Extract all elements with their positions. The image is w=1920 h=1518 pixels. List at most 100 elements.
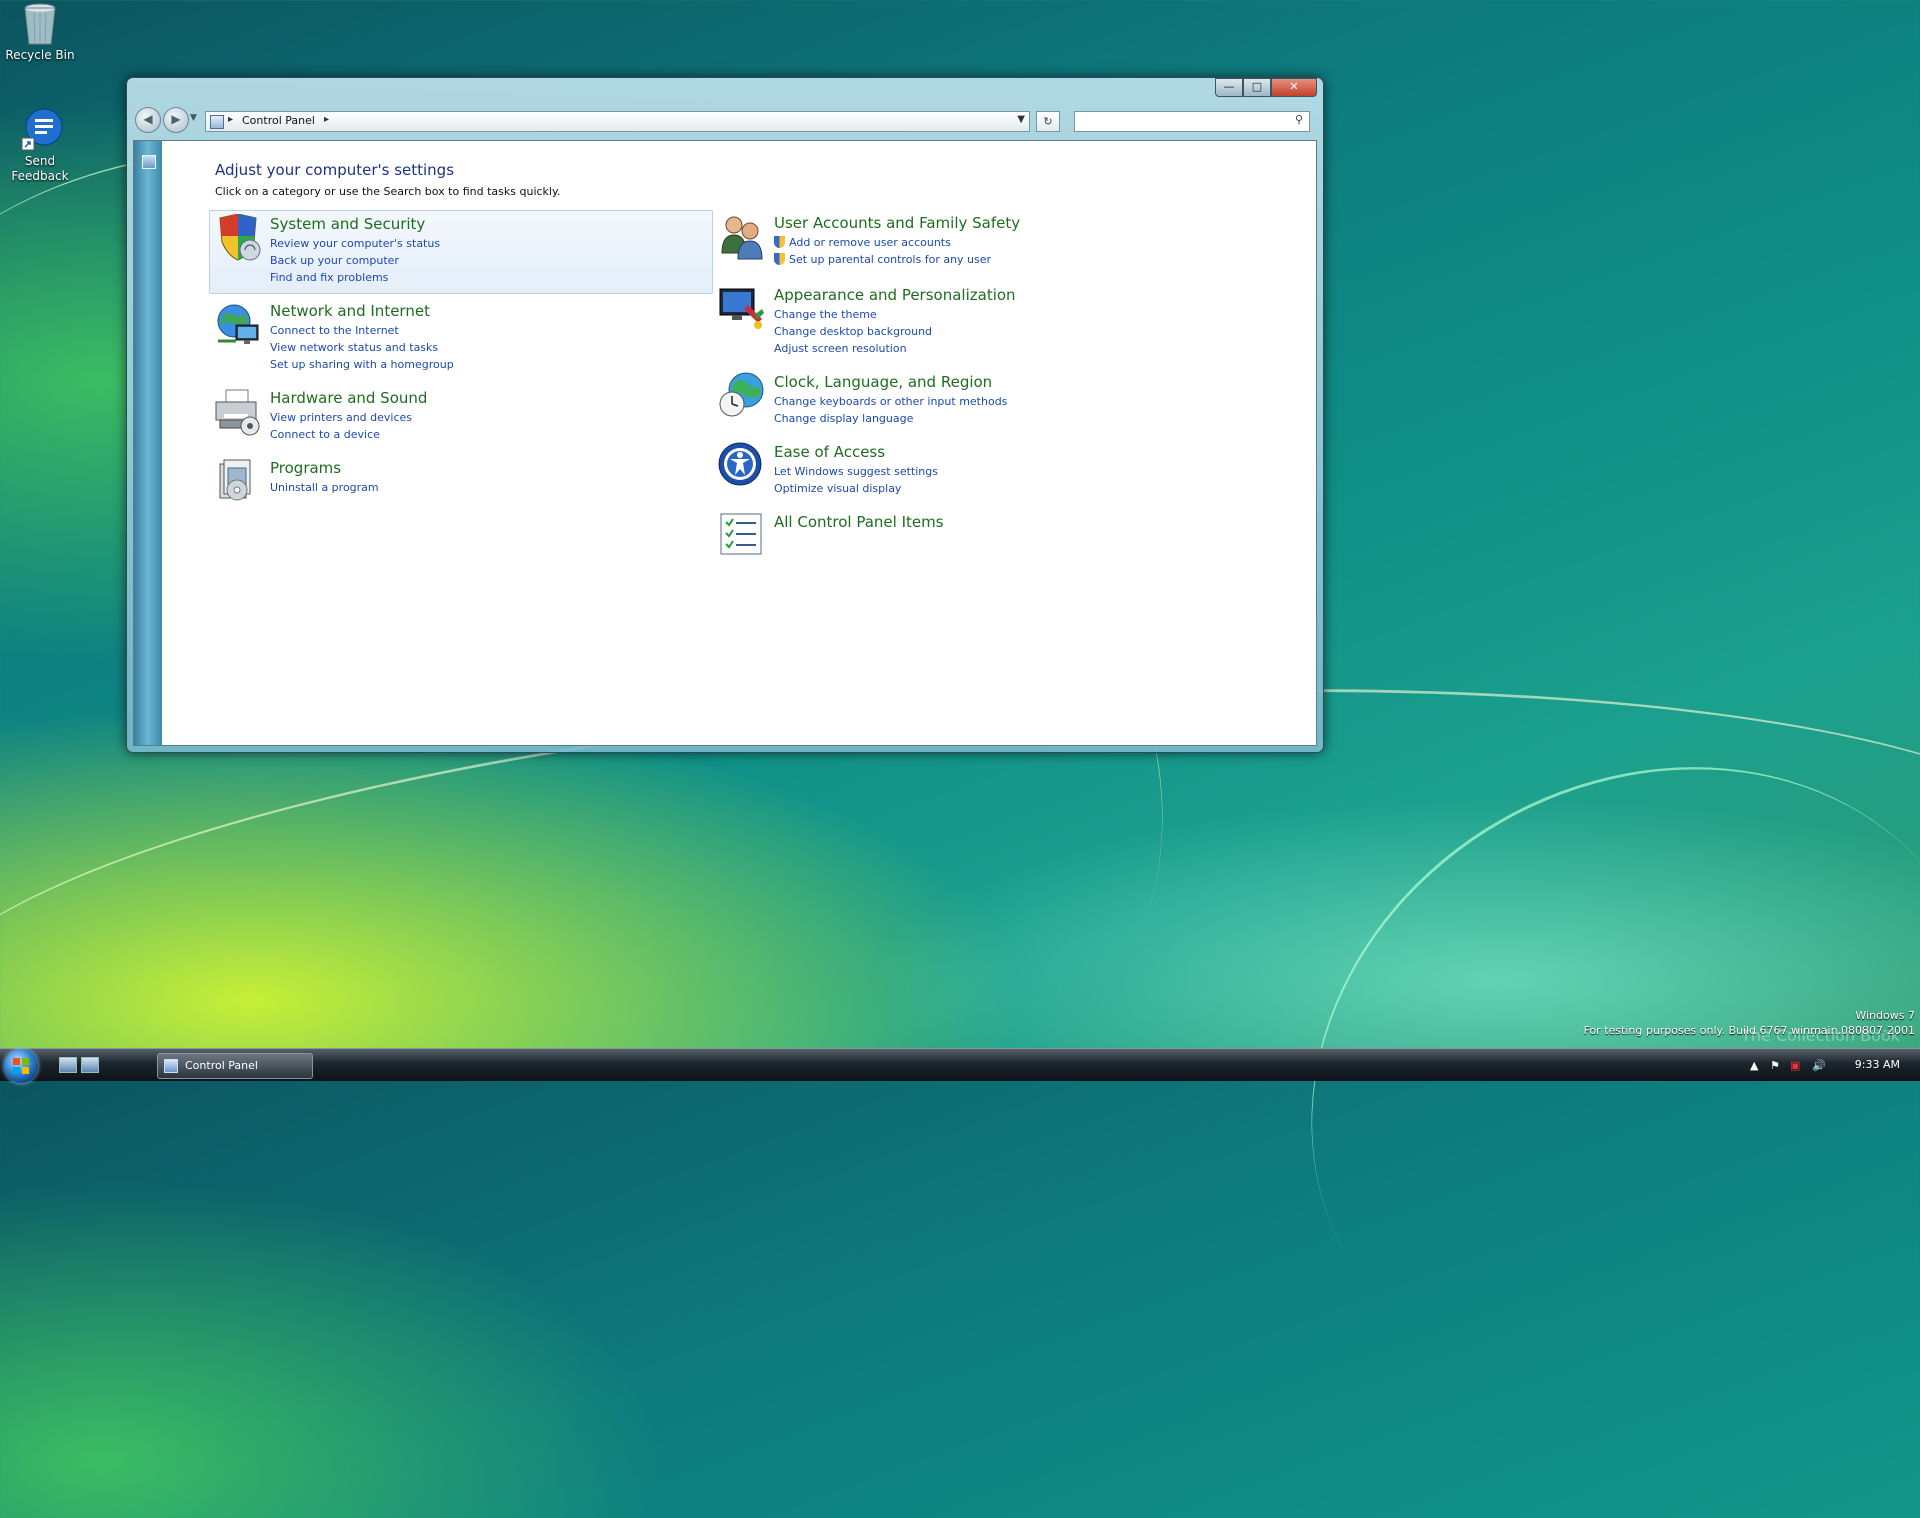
desktop-icon-label: Recycle Bin [5,48,75,62]
category-title[interactable]: Appearance and Personalization [774,286,1016,304]
link-add-remove-accounts[interactable]: Add or remove user accounts [774,234,991,251]
link-label: Add or remove user accounts [789,236,951,249]
clock[interactable]: 9:33 AM [1855,1058,1900,1071]
programs-icon [214,458,262,506]
link-screen-resolution[interactable]: Adjust screen resolution [774,340,932,357]
category-title[interactable]: User Accounts and Family Safety [774,214,1020,232]
users-icon [718,213,766,261]
link-suggest-settings[interactable]: Let Windows suggest settings [774,463,938,480]
category-programs[interactable]: Programs Uninstall a program [210,455,710,505]
feedback-icon [20,108,63,151]
recycle-bin-icon [20,2,60,45]
breadcrumb-control-panel[interactable]: Control Panel [242,114,315,127]
desktop-icon-label: Send Feedback [11,154,69,183]
caption-buttons: — □ ✕ [1215,78,1317,97]
collection-book-watermark: The Collection Book [1741,1026,1900,1045]
forward-button[interactable]: ▶ [163,107,189,133]
content-pane: Adjust your computer's settings Click on… [133,140,1317,746]
recent-pages-dropdown[interactable]: ▼ [190,113,197,123]
category-appearance[interactable]: Appearance and Personalization Change th… [714,282,1214,357]
system-tray: ▲ ⚑ ▣ 🔊 9:33 AM [1740,1049,1920,1081]
volume-icon[interactable]: 🔊 [1812,1059,1826,1072]
category-network-internet[interactable]: Network and Internet Connect to the Inte… [210,298,710,373]
category-system-security[interactable]: System and Security Review your computer… [209,210,713,294]
desktop-icon-recycle-bin[interactable]: Recycle Bin [0,2,80,62]
link-change-theme[interactable]: Change the theme [774,306,932,323]
control-panel-icon [210,115,224,129]
monitor-paint-icon [718,285,766,333]
category-title[interactable]: Hardware and Sound [270,389,427,407]
control-panel-small-icon[interactable] [142,155,156,169]
search-icon[interactable]: ⚲ [1295,113,1303,126]
link-review-status[interactable]: Review your computer's status [270,235,440,252]
link-connect-device[interactable]: Connect to a device [270,426,412,443]
category-title[interactable]: Clock, Language, and Region [774,373,992,391]
category-links: View printers and devices Connect to a d… [270,409,412,443]
link-connect-internet[interactable]: Connect to the Internet [270,322,454,339]
category-links: Add or remove user accounts Set up paren… [774,234,991,268]
maximize-button[interactable]: □ [1243,78,1271,97]
link-back-up[interactable]: Back up your computer [270,252,440,269]
category-title[interactable]: Ease of Access [774,443,885,461]
navigation-strip [134,141,162,745]
link-network-status[interactable]: View network status and tasks [270,339,454,356]
page-title: Adjust your computer's settings [215,161,455,179]
desktop-icon-send-feedback[interactable]: Send Feedback [0,108,80,184]
link-printers-devices[interactable]: View printers and devices [270,409,412,426]
category-clock-language[interactable]: Clock, Language, and Region Change keybo… [714,369,1214,427]
back-button[interactable]: ◀ [135,107,161,133]
action-center-icon[interactable]: ⚑ [1770,1059,1780,1072]
os-edition-label: Windows 7 [1855,1009,1915,1022]
link-desktop-background[interactable]: Change desktop background [774,323,932,340]
shield-icon [214,213,262,262]
category-title[interactable]: Network and Internet [270,302,430,320]
close-button[interactable]: ✕ [1271,78,1317,97]
address-dropdown-icon[interactable]: ▼ [1017,114,1025,125]
globe-clock-icon [718,372,766,420]
breadcrumb-arrow-icon[interactable]: ▸ [324,114,329,125]
link-keyboards-input[interactable]: Change keyboards or other input methods [774,393,1007,410]
page-subtitle: Click on a category or use the Search bo… [215,185,561,198]
taskbar-button-label: Control Panel [185,1059,258,1072]
category-title[interactable]: System and Security [270,215,425,233]
uac-shield-icon [774,253,785,265]
category-links: Let Windows suggest settings Optimize vi… [774,463,938,497]
link-uninstall-program[interactable]: Uninstall a program [270,479,379,496]
breadcrumb-arrow-icon[interactable]: ▸ [228,114,233,125]
taskbar-control-panel-button[interactable]: Control Panel [157,1053,313,1079]
printer-speaker-icon [214,388,262,436]
link-homegroup[interactable]: Set up sharing with a homegroup [270,356,454,373]
uac-shield-icon [774,236,785,248]
category-ease-of-access[interactable]: Ease of Access Let Windows suggest setti… [714,439,1214,497]
link-find-fix-problems[interactable]: Find and fix problems [270,269,440,286]
category-title[interactable]: Programs [270,459,341,477]
control-panel-icon [164,1059,178,1073]
link-label: Set up parental controls for any user [789,253,992,266]
windows-logo-icon [13,1058,29,1074]
category-all-items[interactable]: All Control Panel Items [714,509,1214,557]
category-links: Connect to the Internet View network sta… [270,322,454,373]
ease-of-access-icon [718,442,766,490]
category-links: Change the theme Change desktop backgrou… [774,306,932,357]
minimize-button[interactable]: — [1215,78,1243,97]
checklist-icon [718,512,766,560]
show-desktop-icon[interactable] [59,1057,77,1073]
search-input[interactable] [1079,112,1283,131]
link-display-language[interactable]: Change display language [774,410,1007,427]
refresh-button[interactable]: ↻ [1036,111,1060,132]
category-user-accounts[interactable]: User Accounts and Family Safety Add or r… [714,210,1214,270]
address-bar[interactable]: ▸ Control Panel ▸ ▼ [205,111,1030,132]
link-optimize-visual[interactable]: Optimize visual display [774,480,938,497]
switch-windows-icon[interactable] [81,1057,99,1073]
taskbar: Control Panel ▲ ⚑ ▣ 🔊 9:33 AM [0,1048,1920,1083]
network-icon[interactable]: ▣ [1790,1059,1800,1072]
start-button[interactable] [4,1049,38,1083]
search-box[interactable]: ⚲ [1074,111,1310,132]
globe-network-icon [214,301,262,349]
category-hardware-sound[interactable]: Hardware and Sound View printers and dev… [210,385,710,445]
category-title[interactable]: All Control Panel Items [774,513,944,531]
show-hidden-icons-icon[interactable]: ▲ [1750,1059,1758,1072]
category-links: Review your computer's status Back up yo… [270,235,440,286]
link-parental-controls[interactable]: Set up parental controls for any user [774,251,991,268]
control-panel-window: — □ ✕ ◀ ▶ ▼ ▸ Control Panel ▸ ▼ ↻ ⚲ Adju… [126,77,1324,753]
